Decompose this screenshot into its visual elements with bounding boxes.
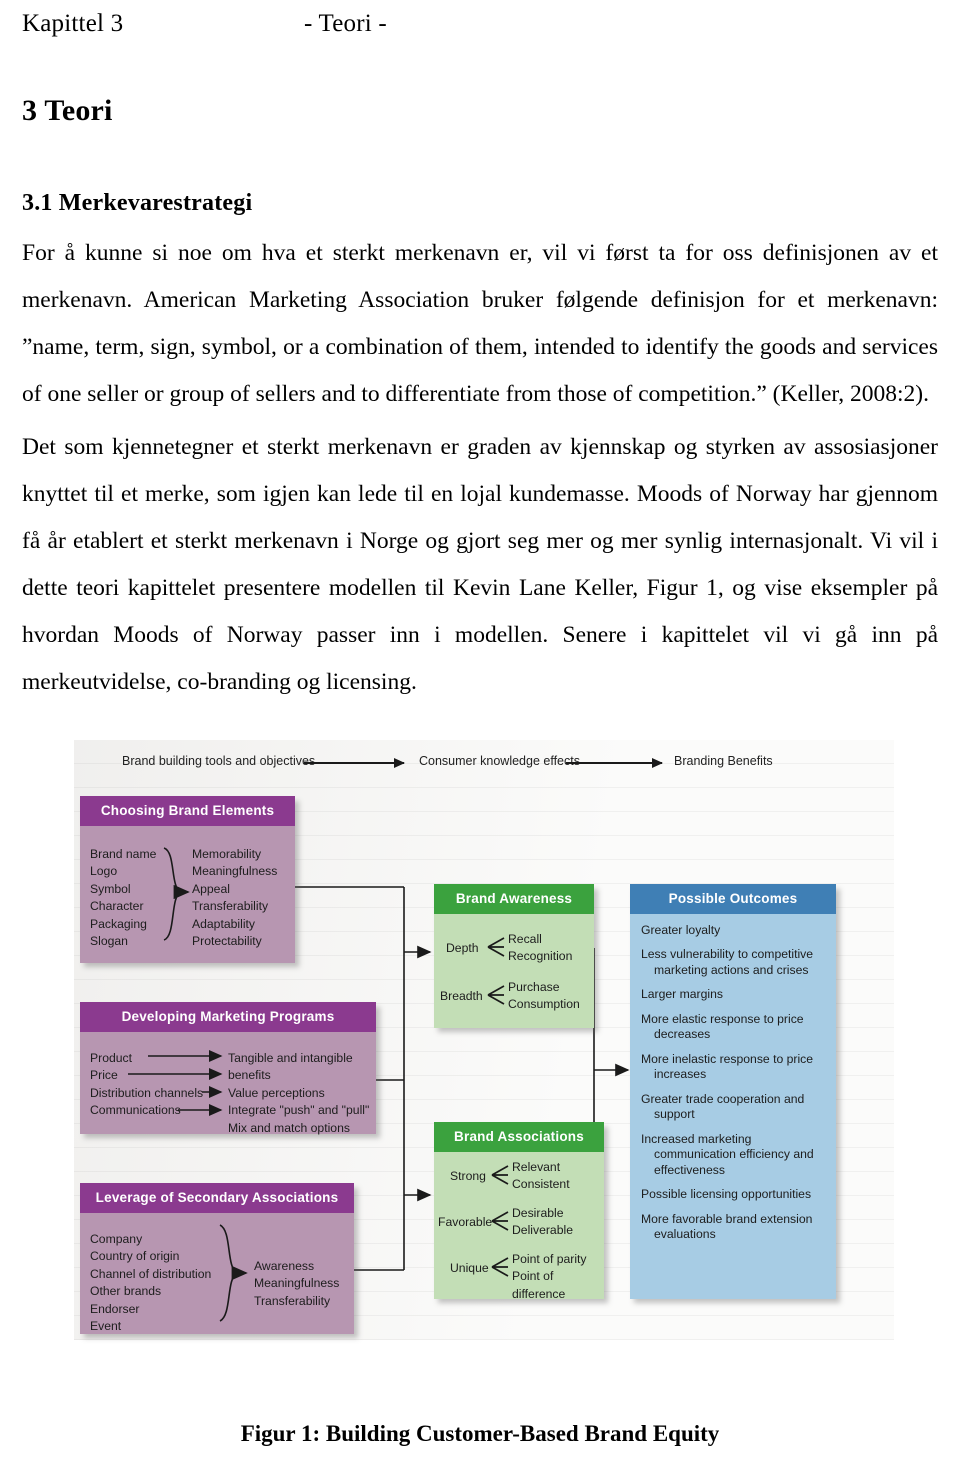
cbe-right-items: Memorability Meaningfulness Appeal Trans… [192,846,278,949]
page-title: 3 Teori [22,94,113,127]
list-item: Greater loyalty [641,922,721,937]
box-body-brand-awareness: Depth Recall Recognition Breadth Purchas… [434,913,594,1028]
list-item: More favorable brand extension evaluatio… [641,1211,813,1242]
box-title-brand-awareness: Brand Awareness [434,884,594,914]
box-title-developing-marketing-programs: Developing Marketing Programs [80,1002,376,1032]
box-title-choosing-brand-elements: Choosing Brand Elements [80,796,295,826]
box-leverage-secondary-associations: Leverage of Secondary Associations Compa… [80,1183,354,1334]
running-header-center: - Teori - [304,10,387,37]
box-body-developing-marketing-programs: Product Price Distribution channels Comm… [80,1031,376,1135]
list-item: More elastic response to price decreases [641,1011,804,1042]
box-possible-outcomes: Possible Outcomes Greater loyalty Less v… [630,884,836,1299]
figure-caption: Figur 1: Building Customer-Based Brand E… [240,1421,720,1446]
running-header: Kapittel 3 - Teori - [22,0,938,38]
dmp-left-items: Product Price Distribution channels Comm… [90,1050,204,1118]
box-body-choosing-brand-elements: Brand name Logo Symbol Character Packagi… [80,825,295,963]
dmp-right-items: Tangible and intangible benefits Value p… [228,1050,370,1135]
document-page: Kapittel 3 - Teori - 3 Teori 3.1 Merkeva… [0,0,960,1463]
list-item: Increased marketing communication effici… [641,1131,814,1177]
box-developing-marketing-programs: Developing Marketing Programs Product Pr… [80,1002,376,1135]
box-title-leverage-secondary-associations: Leverage of Secondary Associations [80,1183,354,1213]
lsa-right-items: Awareness Meaningfulness Transferability [254,1258,340,1308]
flow-arrow-2-icon [566,758,663,768]
ba-row-1-label: Breadth [440,988,483,1003]
box-body-possible-outcomes: Greater loyalty Less vulnerability to co… [630,913,836,1299]
section-heading: 3.1 Merkevarestrategi [22,190,253,216]
flow-label-1: Brand building tools and objectives [122,754,316,768]
box-title-brand-associations: Brand Associations [434,1122,604,1152]
list-item: Less vulnerability to competitive market… [641,947,814,977]
flow-arrow-1-icon [304,758,405,768]
bas-row-0-values: Relevant Consistent [512,1159,570,1192]
figure-image: Brand building tools and objectives Cons… [74,740,894,1340]
list-item: More inelastic response to price increas… [641,1051,814,1082]
bas-row-2-values: Point of parity Point of difference [512,1251,587,1301]
list-item: Larger margins [641,987,723,1001]
box-brand-awareness: Brand Awareness Depth Recall Recognition… [434,884,594,1028]
list-item: Possible licensing opportunities [641,1187,812,1201]
box-body-brand-associations: Strong Relevant Consistent Favorable Des… [434,1151,604,1301]
flow-label-3: Branding Benefits [674,754,773,768]
figure-container: Brand building tools and objectives Cons… [22,740,938,1340]
bas-row-0-label: Strong [450,1168,486,1183]
box-brand-associations: Brand Associations Strong Relevant Consi… [434,1122,604,1301]
box-title-possible-outcomes: Possible Outcomes [630,884,836,914]
box-body-leverage-secondary-associations: Company Country of origin Channel of dis… [80,1212,354,1334]
figure-flow-labels: Brand building tools and objectives Cons… [74,752,894,774]
ba-row-0-label: Depth [446,940,479,955]
flow-label-2: Consumer knowledge effects [419,754,580,768]
paragraph-1: For å kunne si noe om hva et sterkt merk… [22,240,938,407]
ba-row-0-values: Recall Recognition [508,931,573,964]
ba-row-1-values: Purchase Consumption [508,979,580,1012]
bas-row-1-label: Favorable [438,1214,493,1229]
bas-row-2-label: Unique [450,1260,489,1275]
bas-row-1-values: Desirable Deliverable [512,1205,573,1238]
paragraph-2: Det som kjennetegner et sterkt merkenavn… [22,434,938,695]
lsa-left-items: Company Country of origin Channel of dis… [90,1231,212,1334]
box-choosing-brand-elements: Choosing Brand Elements Brand name Logo … [80,796,295,963]
possible-outcomes-list: Greater loyalty Less vulnerability to co… [641,923,828,1252]
running-header-left: Kapittel 3 [22,10,124,37]
cbe-left-items: Brand name Logo Symbol Character Packagi… [90,846,157,949]
list-item: Greater trade cooperation and support [641,1091,805,1122]
